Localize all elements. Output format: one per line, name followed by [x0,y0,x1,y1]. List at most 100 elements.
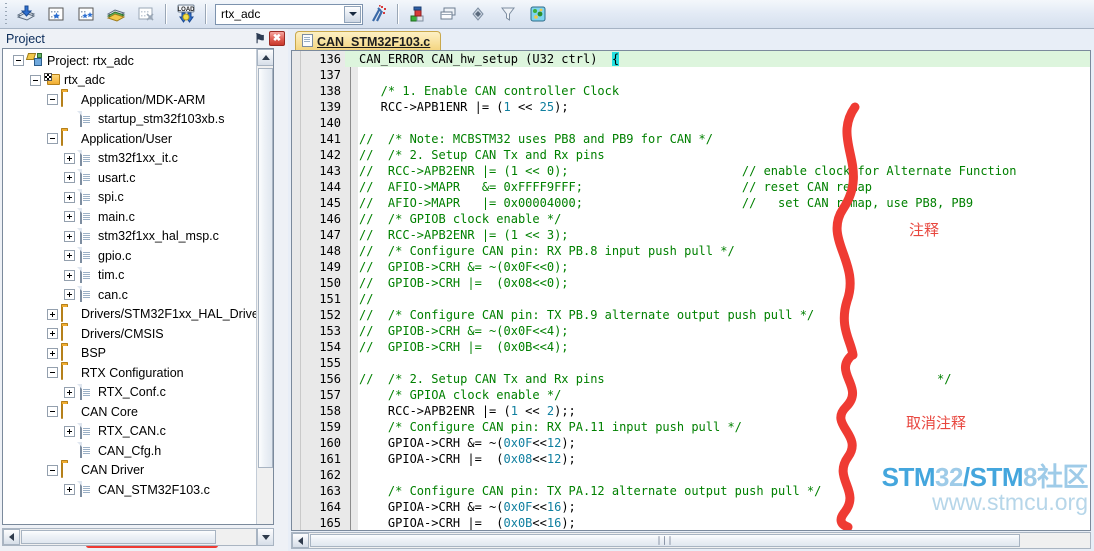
code-line[interactable]: // RCC->APB2ENR |= (1 << 0); // enable c… [359,163,1016,179]
tree-item[interactable]: main.c [7,207,256,227]
hscroll-thumb[interactable] [21,530,216,544]
tree-expander-icon[interactable] [47,308,58,320]
project-target-select[interactable]: rtx_adc [215,3,363,25]
code-line[interactable]: /* GPIOA clock enable */ [359,387,1016,403]
tree-expander-icon[interactable] [64,484,75,496]
next-bookmark-icon[interactable] [72,1,100,28]
code-line[interactable]: /* 1. Enable CAN controller Clock [359,83,1016,99]
vscroll-thumb[interactable] [258,68,273,468]
tree-expander-icon[interactable] [64,172,75,184]
tree-item[interactable]: rtx_adc [7,71,256,91]
tree-expander-icon[interactable] [64,425,75,437]
pin-icon[interactable]: ⚑ [253,31,267,46]
code-line[interactable]: // AFIO->MAPR |= 0x00004000; // set CAN … [359,195,1016,211]
tree-expander-icon[interactable] [64,386,75,398]
tree-item[interactable]: stm32f1xx_hal_msp.c [7,227,256,247]
tree-item[interactable]: RTX_Conf.c [7,383,256,403]
code-line[interactable]: // GPIOB->CRH |= (0x08<<0); [359,275,1016,291]
code-line[interactable] [359,67,1016,83]
matching-brace: { [611,52,620,66]
tree-item[interactable]: RTX Configuration [7,363,256,383]
code-line[interactable]: RCC->APB1ENR |= (1 << 25); [359,99,1016,115]
code-line[interactable]: // AFIO->MAPR &= 0xFFFF9FFF; // reset CA… [359,179,1016,195]
tab-can-stm32f103-c[interactable]: CAN_STM32F103.c [295,31,442,51]
tree-item[interactable]: Application/User [7,129,256,149]
code-folding-column[interactable] [345,51,358,530]
close-icon[interactable]: ✖ [269,31,285,46]
tree-item[interactable]: tim.c [7,266,256,286]
tree-item[interactable]: startup_stm32f103xb.s [7,110,256,130]
tree-expander-icon[interactable] [30,74,41,86]
tree-item[interactable]: CAN_Cfg.h [7,441,256,461]
code-line[interactable]: CAN_ERROR CAN_hw_setup (U32 ctrl) { [359,51,1016,67]
tree-item[interactable]: Drivers/CMSIS [7,324,256,344]
tree-expander-icon[interactable] [47,328,58,340]
editor-hscrollbar[interactable]: ∣∣∣ [291,532,1091,549]
code-line[interactable]: GPIOA->CRH &= ~(0x0F<<12); [359,435,1016,451]
clear-bookmarks-icon[interactable] [132,1,160,28]
tree-item[interactable]: CAN Driver [7,461,256,481]
manage-windows-icon[interactable] [434,1,462,28]
code-line[interactable]: // /* 2. Setup CAN Tx and Rx pins [359,147,1016,163]
tree-expander-icon[interactable] [64,230,75,242]
tree-expander-icon[interactable] [47,367,58,379]
tree-expander-icon[interactable] [47,94,58,106]
code-line[interactable] [359,355,1016,371]
tree-item[interactable]: gpio.c [7,246,256,266]
tree-item[interactable]: BSP [7,344,256,364]
code-surface[interactable]: CAN_ERROR CAN_hw_setup (U32 ctrl) { /* 1… [345,51,1090,530]
code-line[interactable]: // /* 2. Setup CAN Tx and Rx pins */ [359,371,1016,387]
scroll-left-button[interactable] [3,529,20,545]
tree-expander-icon[interactable] [13,55,24,67]
code-line[interactable]: // [359,291,1016,307]
target-options-icon[interactable] [364,1,392,28]
tree-item[interactable]: usart.c [7,168,256,188]
project-scroll-down-button[interactable] [257,528,274,546]
load-icon[interactable]: LOAD [172,1,200,28]
code-line[interactable]: // GPIOB->CRH &= ~(0x0F<<0); [359,259,1016,275]
project-tree-vscrollbar[interactable] [256,49,273,524]
code-line[interactable]: // GPIOB->CRH &= ~(0x0F<<4); [359,323,1016,339]
tree-item[interactable]: spi.c [7,188,256,208]
editor-scroll-left-button[interactable] [292,533,309,548]
chevron-down-icon[interactable] [344,5,361,23]
project-tree[interactable]: Project: rtx_adc rtx_adc Application/MDK-A… [2,48,274,525]
toolbar-grip[interactable] [2,3,11,25]
tree-expander-icon[interactable] [64,152,75,164]
tree-expander-icon[interactable] [64,191,75,203]
insert-bookmark-icon[interactable] [42,1,70,28]
tree-expander-icon[interactable] [64,250,75,262]
tree-expander-icon[interactable] [47,406,58,418]
open-file-icon[interactable] [12,1,40,28]
debug-icon[interactable] [524,1,552,28]
code-line[interactable] [359,115,1016,131]
tree-item[interactable]: Project: rtx_adc [7,51,256,71]
code-text[interactable]: CAN_ERROR CAN_hw_setup (U32 ctrl) { /* 1… [359,51,1016,530]
tree-item[interactable]: Drivers/STM32F1xx_HAL_Driver [7,305,263,325]
tree-expander-icon[interactable] [64,269,75,281]
project-tree-hscrollbar[interactable] [2,528,274,546]
configuration-wizard-icon[interactable] [494,1,522,28]
code-line[interactable]: // /* Note: MCBSTM32 uses PB8 and PB9 fo… [359,131,1016,147]
editor-hscroll-thumb[interactable]: ∣∣∣ [310,534,1020,547]
code-line[interactable]: GPIOA->CRH |= (0x0B<<16); [359,515,1016,530]
tree-expander-icon[interactable] [47,133,58,145]
tree-item[interactable]: can.c [7,285,256,305]
tree-expander-icon[interactable] [47,347,58,359]
code-line[interactable]: // /* Configure CAN pin: RX PB.8 input p… [359,243,1016,259]
tree-item[interactable]: stm32f1xx_it.c [7,149,256,169]
tree-item[interactable]: CAN Core [7,402,256,422]
build-icon[interactable] [102,1,130,28]
scroll-up-button[interactable] [257,49,273,66]
tree-expander-icon[interactable] [64,211,75,223]
pack-installer-icon[interactable] [464,1,492,28]
tree-item[interactable]: CAN_STM32F103.c [7,480,256,500]
code-line[interactable]: // /* Configure CAN pin: TX PB.9 alterna… [359,307,1016,323]
tree-item[interactable]: Application/MDK-ARM [7,90,256,110]
tree-expander-icon[interactable] [64,289,75,301]
code-line[interactable]: // GPIOB->CRH |= (0x0B<<4); [359,339,1016,355]
code-editor[interactable]: 136 137 138 139 140 141 142 143 144 145 146 147 148 1… [291,50,1091,531]
tree-expander-icon[interactable] [47,464,58,476]
tree-item[interactable]: RTX_CAN.c [7,422,256,442]
manage-components-icon[interactable] [404,1,432,28]
